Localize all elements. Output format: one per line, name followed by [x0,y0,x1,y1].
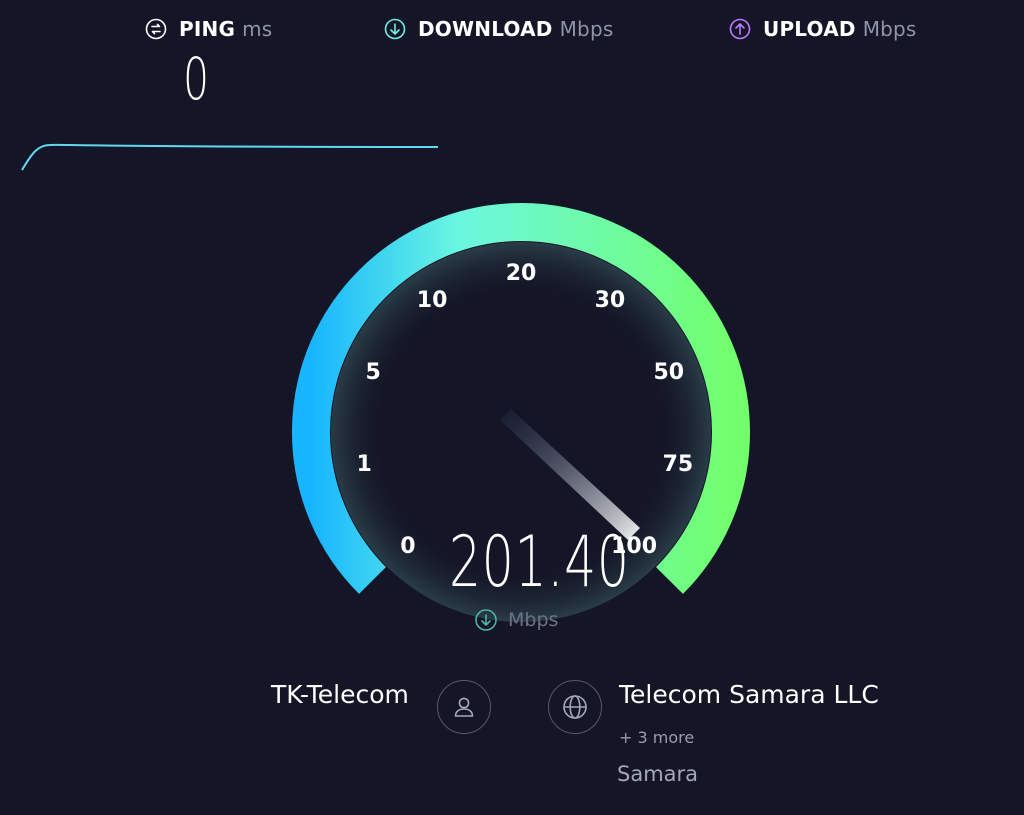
server-location: Samara [617,762,699,786]
gauge-tick-label: 30 [595,288,626,313]
gauge-tick-label: 0 [400,534,415,559]
download-arrow-icon [475,609,497,631]
gauge-tick-label: 10 [417,288,448,313]
download-metric: DOWNLOAD Mbps [384,16,613,42]
isp-button[interactable] [437,680,491,734]
graph-line [21,143,439,171]
server-button[interactable] [548,680,602,734]
download-label: DOWNLOAD [418,17,553,41]
isp-name: TK-Telecom [271,680,409,709]
server-name[interactable]: Telecom Samara LLC [619,680,879,709]
gauge-tick-labels: 0151020305075100 [356,261,693,559]
download-speed-graph [21,143,439,171]
gauge-tick-label: 1 [356,452,371,477]
ping-value: 0 [183,45,209,113]
download-unit: Mbps [559,17,614,41]
speed-value: 201.40 [449,521,630,603]
upload-label: UPLOAD [763,17,856,41]
user-icon [454,697,474,717]
ping-icon [145,18,167,40]
ping-metric: PING ms [145,16,272,42]
gauge-tick-label: 5 [366,360,381,385]
gauge-tick-label: 50 [653,360,684,385]
gauge-tick-label: 20 [506,261,537,286]
speed-unit: Mbps [474,606,558,634]
upload-metric: UPLOAD Mbps [729,16,917,42]
upload-arrow-icon [729,18,751,40]
ping-unit: ms [242,17,273,41]
gauge-tick-label: 75 [663,452,694,477]
download-arrow-icon [384,18,406,40]
more-servers-link[interactable]: + 3 more [619,728,694,747]
upload-unit: Mbps [862,17,917,41]
speed-unit-label: Mbps [508,609,559,631]
globe-icon [563,695,587,719]
ping-label: PING [179,17,236,41]
